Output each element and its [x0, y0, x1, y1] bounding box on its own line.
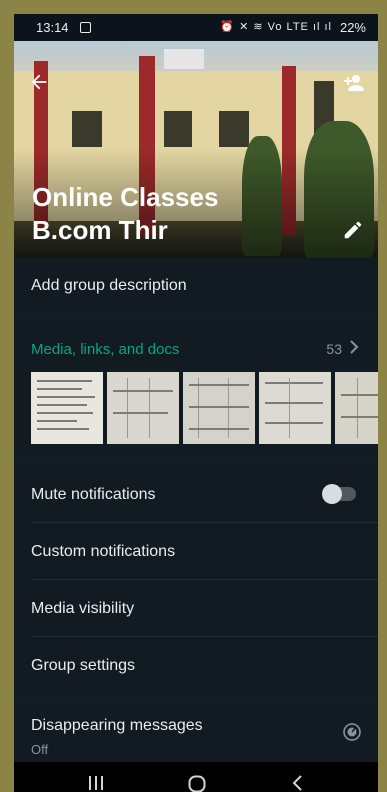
media-section: Media, links, and docs 53 — [14, 324, 378, 454]
settings-section: Mute notifications Custom notifications … — [14, 466, 378, 694]
photo-window — [72, 111, 102, 147]
media-thumbnails — [31, 372, 378, 444]
group-settings-label: Group settings — [31, 657, 136, 674]
chevron-right-icon[interactable] — [348, 340, 360, 359]
status-bar: 13:14 ⏰ ✕ ≋ Vo LTE ıl ıl 22% — [14, 14, 378, 41]
photo-sign — [164, 49, 204, 69]
battery-level: 22% — [339, 20, 366, 35]
disappearing-messages-label: Disappearing messages — [31, 717, 203, 734]
back-button[interactable] — [28, 71, 50, 98]
back-chevron-icon[interactable] — [291, 774, 305, 792]
phone-screen: 13:14 ⏰ ✕ ≋ Vo LTE ıl ıl 22% Online Clas… — [14, 14, 378, 792]
custom-notifications-row[interactable]: Custom notifications — [14, 523, 378, 580]
pencil-icon — [344, 221, 362, 239]
group-description-row[interactable]: Add group description — [14, 258, 378, 312]
arrow-left-icon — [31, 74, 47, 90]
photo-window — [219, 111, 249, 147]
system-navigation-bar — [14, 762, 378, 792]
photo-window — [164, 111, 192, 147]
recents-icon[interactable] — [86, 774, 106, 792]
add-person-icon — [344, 75, 364, 91]
media-visibility-row[interactable]: Media visibility — [14, 580, 378, 637]
group-settings-row[interactable]: Group settings — [14, 637, 378, 694]
media-count[interactable]: 53 — [326, 341, 342, 357]
timer-icon — [342, 722, 362, 747]
group-name-line1: Online Classes — [32, 182, 219, 212]
media-thumbnail[interactable] — [335, 372, 378, 444]
media-visibility-label: Media visibility — [31, 600, 135, 617]
group-header-photo[interactable]: Online Classes B.com Thir — [14, 41, 378, 258]
status-time: 13:14 — [36, 20, 69, 35]
system-icons: ⏰ ✕ ≋ Vo LTE ıl ıl — [220, 21, 332, 33]
notification-icon — [80, 22, 91, 33]
add-description-label: Add group description — [31, 277, 187, 294]
disappearing-messages-value: Off — [31, 742, 49, 757]
custom-notifications-label: Custom notifications — [31, 543, 176, 560]
media-thumbnail[interactable] — [259, 372, 331, 444]
mute-notifications-row[interactable]: Mute notifications — [14, 466, 378, 523]
home-icon[interactable] — [187, 774, 207, 792]
media-thumbnail[interactable] — [183, 372, 255, 444]
group-name-line2: B.com Thir — [32, 215, 168, 245]
media-thumbnail[interactable] — [31, 372, 103, 444]
add-participant-button[interactable] — [342, 71, 366, 100]
group-name: Online Classes B.com Thir — [32, 181, 332, 247]
media-thumbnail[interactable] — [107, 372, 179, 444]
mute-notifications-toggle[interactable] — [322, 484, 356, 504]
edit-name-button[interactable] — [342, 219, 364, 246]
mute-notifications-label: Mute notifications — [31, 486, 156, 503]
media-links-docs-link[interactable]: Media, links, and docs — [31, 341, 179, 358]
disappearing-messages-row[interactable]: Disappearing messages Off — [14, 704, 378, 762]
toggle-knob — [322, 484, 342, 504]
